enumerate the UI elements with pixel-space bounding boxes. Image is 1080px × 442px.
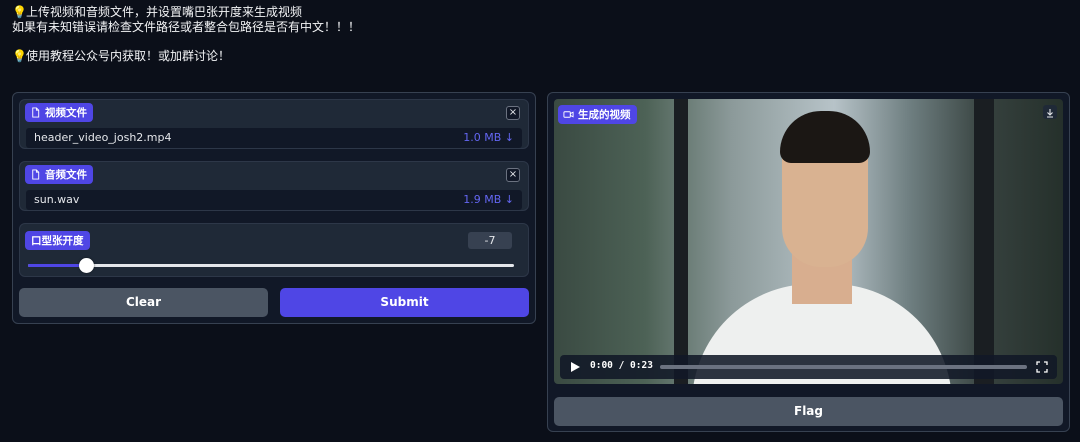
instruction-line-2: 如果有未知错误请检查文件路径或者整合包路径是否有中文！！！: [12, 20, 361, 34]
output-panel: 生成的视频 0:00 / 0:23 Flag: [547, 92, 1070, 432]
video-file-input[interactable]: 视频文件 × header_video_josh2.mp4 1.0 MB ↓: [19, 99, 529, 149]
mouth-open-value-input[interactable]: -7: [468, 232, 512, 249]
input-panel: 视频文件 × header_video_josh2.mp4 1.0 MB ↓ 音…: [12, 92, 536, 324]
instruction-line-3: 💡使用教程公众号内获取！或加群讨论！: [12, 49, 231, 63]
video-file-row: header_video_josh2.mp4 1.0 MB ↓: [26, 128, 522, 148]
video-controls: 0:00 / 0:23: [560, 355, 1057, 379]
clear-audio-file-button[interactable]: ×: [506, 168, 520, 182]
video-time: 0:00 / 0:23: [590, 360, 653, 371]
flag-button[interactable]: Flag: [554, 397, 1063, 426]
file-icon: [32, 169, 40, 180]
mouth-open-slider-block: 口型张开度 -7: [19, 223, 529, 277]
lightbulb-icon: 💡: [12, 49, 27, 63]
download-icon[interactable]: [1043, 105, 1057, 119]
audio-file-download-link[interactable]: 1.9 MB ↓: [463, 193, 514, 206]
audio-file-label: 音频文件: [25, 165, 93, 184]
audio-file-name: sun.wav: [34, 193, 80, 206]
slider-thumb[interactable]: [79, 258, 95, 273]
audio-file-input[interactable]: 音频文件 × sun.wav 1.9 MB ↓: [19, 161, 529, 211]
lightbulb-icon: 💡: [12, 5, 27, 19]
video-file-download-link[interactable]: 1.0 MB ↓: [463, 131, 514, 144]
audio-file-row: sun.wav 1.9 MB ↓: [26, 190, 522, 210]
clear-button[interactable]: Clear: [19, 288, 268, 317]
play-icon[interactable]: [568, 360, 582, 374]
mouth-open-label: 口型张开度: [25, 231, 90, 250]
file-icon: [32, 107, 40, 118]
output-video-player[interactable]: 生成的视频 0:00 / 0:23: [554, 99, 1063, 384]
slider-fill: [28, 264, 87, 267]
output-video-label: 生成的视频: [558, 105, 637, 124]
fullscreen-icon[interactable]: [1035, 360, 1049, 374]
video-file-name: header_video_josh2.mp4: [34, 131, 172, 144]
video-file-label: 视频文件: [25, 103, 93, 122]
video-icon: [563, 111, 574, 118]
instruction-line-1: 💡上传视频和音频文件，并设置嘴巴张开度来生成视频: [12, 5, 303, 19]
clear-video-file-button[interactable]: ×: [506, 106, 520, 120]
mouth-open-slider[interactable]: [28, 258, 514, 273]
submit-button[interactable]: Submit: [280, 288, 529, 317]
video-progress-bar[interactable]: [660, 365, 1027, 369]
instructions: 💡上传视频和音频文件，并设置嘴巴张开度来生成视频 如果有未知错误请检查文件路径或…: [12, 5, 360, 64]
